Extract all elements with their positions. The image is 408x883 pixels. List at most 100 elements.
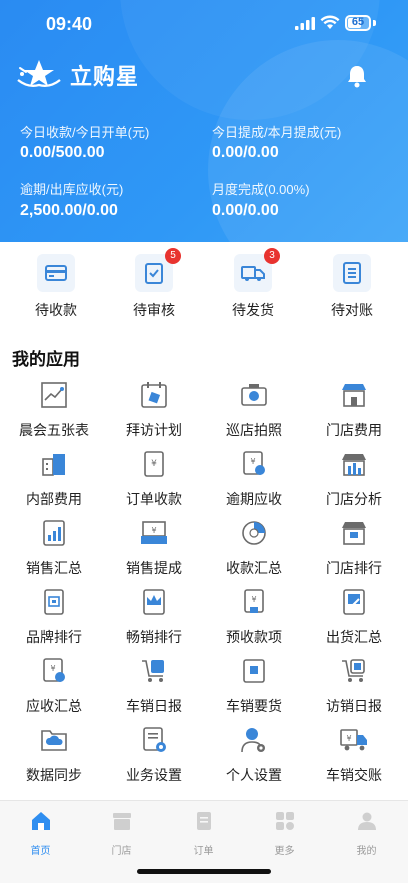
app-label: 车销要货	[226, 698, 282, 714]
overdue-icon: ¥	[243, 451, 265, 475]
app-label: 数据同步	[26, 767, 82, 783]
quick-action-pending-collection[interactable]: 待收款	[16, 254, 96, 320]
stat-label-monthly: 月度完成(0.00%)	[212, 182, 310, 197]
home-icon	[31, 812, 50, 830]
header: 09:40 65 立购星 今日收款/今日开单(元) 0.00/500.00 今日…	[0, 0, 408, 242]
stat-value-today-collection: 0.00/500.00	[20, 144, 105, 161]
svg-text:¥: ¥	[151, 459, 157, 469]
app-label: 访销日报	[326, 698, 382, 714]
app-building[interactable]: 内部费用	[4, 449, 104, 509]
stat-value-overdue: 2,500.00/0.00	[20, 202, 118, 219]
cloud-folder-icon	[41, 730, 67, 751]
app-receipt[interactable]: ¥ 订单收款	[104, 449, 204, 509]
app-drawer[interactable]: ¥ 销售提成	[104, 518, 204, 578]
app-label: 出货汇总	[326, 629, 382, 645]
wifi-icon	[320, 15, 340, 29]
app-label: 车销交账	[326, 767, 382, 783]
app-camera[interactable]: 巡店拍照	[204, 380, 304, 440]
quick-action-pending-reconcile[interactable]: 待对账	[312, 254, 392, 320]
tab-profile[interactable]: 我的	[326, 809, 407, 857]
clipboard-check-icon	[145, 263, 163, 284]
tab-store[interactable]: 门店	[81, 809, 162, 857]
truck-money-icon: ¥	[340, 729, 367, 751]
pending-review-badge: 5	[165, 248, 181, 264]
tab-more[interactable]: 更多	[244, 809, 325, 857]
calendar-icon	[141, 382, 167, 408]
quick-action-pending-shipment[interactable]: 3 待发货	[213, 248, 293, 320]
stat-label-commission: 今日提成/本月提成(元)	[212, 125, 342, 140]
app-advance[interactable]: ¥ 预收款项	[204, 587, 304, 647]
app-label: 逾期应收	[226, 491, 282, 507]
cart-report-icon	[142, 660, 164, 682]
battery-icon: 65	[345, 15, 371, 31]
app-label: 预收款项	[226, 629, 282, 645]
tab-label: 门店	[111, 846, 132, 857]
order-icon	[196, 812, 211, 830]
tab-label: 订单	[193, 846, 214, 857]
app-cart-doc[interactable]: 访销日报	[304, 656, 404, 716]
app-label: 个人设置	[226, 767, 282, 783]
app-edit-doc[interactable]: 出货汇总	[304, 587, 404, 647]
grid-icon	[275, 812, 294, 830]
quick-action-label: 待收款	[35, 302, 77, 318]
app-label: 销售汇总	[26, 560, 82, 576]
receivable-icon: ¥	[43, 658, 65, 682]
app-cart-report[interactable]: 车销日报	[104, 656, 204, 716]
user-gear-icon	[241, 728, 265, 753]
app-trend-chart[interactable]: 晨会五张表	[4, 380, 104, 440]
edit-doc-icon	[343, 589, 365, 615]
tab-label: 我的	[356, 846, 377, 857]
star-logo-icon	[17, 60, 61, 88]
advance-icon: ¥	[244, 589, 264, 613]
tab-home[interactable]: 首页	[0, 809, 81, 857]
app-receivable[interactable]: ¥ 应收汇总	[4, 656, 104, 716]
status-time: 09:40	[46, 14, 93, 34]
app-pie[interactable]: 收款汇总	[204, 518, 304, 578]
app-bar-report[interactable]: 销售汇总	[4, 518, 104, 578]
store-icon	[342, 384, 366, 407]
svg-text:¥: ¥	[50, 664, 55, 673]
app-store-analysis[interactable]: 门店分析	[304, 449, 404, 509]
app-box[interactable]: 车销要货	[204, 656, 304, 716]
building-icon	[42, 454, 65, 476]
app-label: 品牌排行	[26, 629, 82, 645]
app-brand[interactable]: 品牌排行	[4, 587, 104, 647]
app-store-rank[interactable]: 门店排行	[304, 518, 404, 578]
receipt-icon: ¥	[144, 451, 164, 477]
app-label: 车销日报	[126, 698, 182, 714]
store-tab-icon	[112, 813, 131, 830]
app-label: 畅销排行	[126, 629, 182, 645]
trend-chart-icon	[41, 382, 67, 408]
pending-shipment-badge: 3	[264, 248, 280, 264]
home-indicator	[137, 869, 271, 874]
app-store[interactable]: 门店费用	[304, 380, 404, 440]
store-analysis-icon	[342, 454, 366, 476]
app-label: 门店费用	[326, 422, 382, 438]
ledger-icon	[343, 262, 361, 284]
app-label: 晨会五张表	[19, 422, 89, 438]
app-overdue[interactable]: ¥ 逾期应收	[204, 449, 304, 509]
app-doc-gear[interactable]: 业务设置	[104, 725, 204, 785]
app-logo: 立购星	[16, 58, 139, 92]
app-cloud-folder[interactable]: 数据同步	[4, 725, 104, 785]
app-label: 门店分析	[326, 491, 382, 507]
bell-icon[interactable]	[346, 64, 368, 88]
doc-gear-icon	[143, 727, 166, 752]
tab-orders[interactable]: 订单	[163, 809, 244, 857]
app-label: 巡店拍照	[226, 422, 282, 438]
stat-label-today-collection: 今日收款/今日开单(元)	[20, 125, 150, 140]
app-truck-money[interactable]: ¥ 车销交账	[304, 725, 404, 785]
quick-action-pending-review[interactable]: 5 待审核	[114, 248, 194, 320]
svg-text:¥: ¥	[346, 734, 351, 743]
app-label: 内部费用	[26, 491, 82, 507]
app-crown[interactable]: 畅销排行	[104, 587, 204, 647]
battery-level: 65	[351, 16, 365, 28]
app-calendar[interactable]: 拜访计划	[104, 380, 204, 440]
pie-icon	[242, 521, 266, 545]
app-label: 订单收款	[126, 491, 182, 507]
brand-icon	[44, 589, 64, 615]
app-label: 销售提成	[126, 560, 182, 576]
app-user-gear[interactable]: 个人设置	[204, 725, 304, 785]
stat-value-commission: 0.00/0.00	[212, 144, 279, 161]
signal-icon	[295, 17, 315, 30]
